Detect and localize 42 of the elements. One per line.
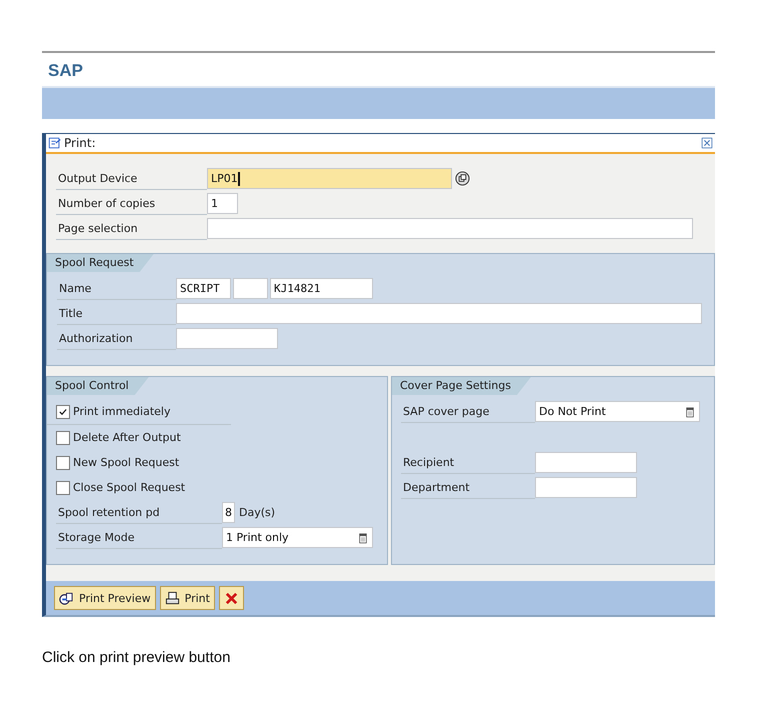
checkmark-icon bbox=[58, 406, 68, 416]
input-field[interactable]: SCRIPT bbox=[176, 278, 231, 299]
dropdown-value: Do Not Print bbox=[539, 404, 606, 420]
instruction-text: Click on print preview button bbox=[42, 649, 232, 666]
input-field[interactable]: 8 bbox=[222, 502, 235, 523]
app-title: SAP bbox=[47, 60, 84, 82]
printer-icon bbox=[164, 590, 180, 606]
checkbox-label: Print immediately bbox=[73, 405, 170, 418]
cancel-button[interactable] bbox=[218, 586, 244, 610]
checkbox[interactable] bbox=[56, 456, 70, 470]
checkbox[interactable] bbox=[56, 430, 70, 444]
print-button[interactable]: Print bbox=[160, 586, 215, 610]
list-icon bbox=[357, 532, 369, 544]
lookup-button[interactable] bbox=[455, 171, 470, 186]
dropdown-value: 1 Print only bbox=[226, 530, 289, 546]
input-field[interactable] bbox=[233, 278, 268, 299]
input-field[interactable] bbox=[535, 452, 637, 473]
input-field[interactable] bbox=[207, 218, 693, 239]
dropdown[interactable]: 1 Print only bbox=[222, 527, 373, 548]
preview-icon bbox=[59, 590, 74, 606]
group-title: Spool Request bbox=[47, 254, 154, 272]
checkbox-label: New Spool Request bbox=[73, 456, 180, 469]
group-title: Cover Page Settings bbox=[392, 377, 531, 395]
input-field[interactable] bbox=[176, 328, 278, 349]
input-field[interactable]: 1 bbox=[207, 193, 238, 214]
print-preview-button[interactable]: Print Preview bbox=[54, 586, 156, 610]
checkbox[interactable] bbox=[56, 480, 70, 494]
list-icon bbox=[684, 406, 696, 418]
checkbox-label: Delete After Output bbox=[73, 431, 181, 444]
dropdown[interactable]: Do Not Print bbox=[535, 401, 700, 422]
unit-label: Day(s) bbox=[239, 506, 276, 519]
dialog-title: Print: bbox=[64, 136, 96, 150]
input-field[interactable]: LP01 bbox=[207, 168, 452, 189]
input-field[interactable] bbox=[176, 303, 702, 324]
checkbox-label: Close Spool Request bbox=[73, 481, 186, 494]
input-field[interactable] bbox=[535, 477, 637, 498]
cancel-icon bbox=[224, 590, 239, 606]
checkbox[interactable] bbox=[56, 404, 70, 418]
close-button[interactable] bbox=[701, 137, 713, 149]
windows-icon bbox=[455, 171, 470, 186]
group-title: Spool Control bbox=[47, 377, 149, 395]
input-field[interactable]: KJ14821 bbox=[270, 278, 373, 299]
